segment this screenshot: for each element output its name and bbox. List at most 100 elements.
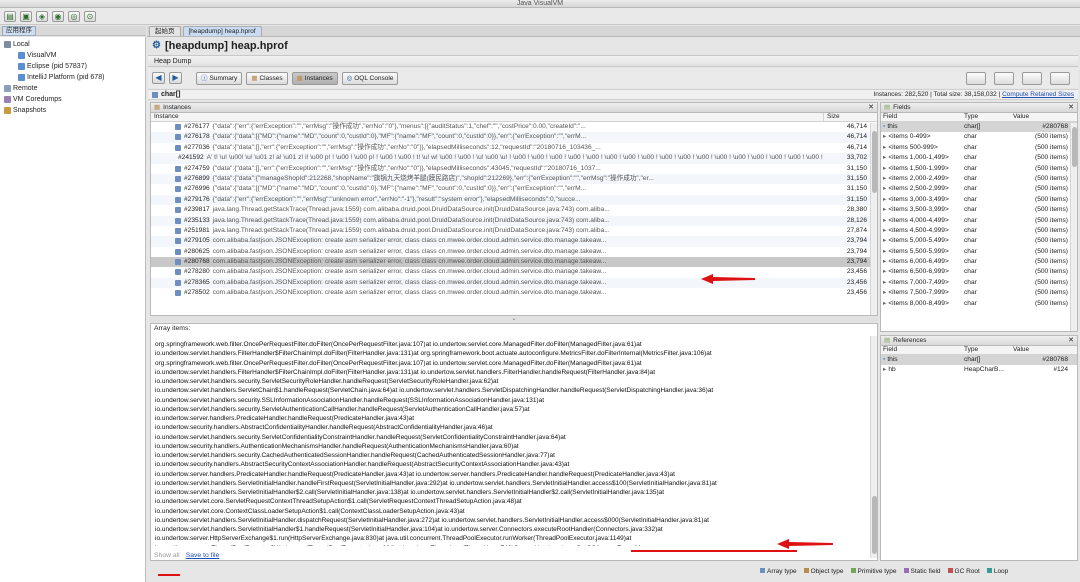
tree-item[interactable]: Remote — [0, 83, 145, 94]
table-row[interactable]: ▸ <items 3,000-3,499> char (500 items) — [881, 195, 1077, 205]
table-row[interactable]: ▸ <items 5,000-5,499> char (500 items) — [881, 236, 1077, 246]
table-row[interactable]: #276996 {"data":{"data":[{"MD":{"name":"M… — [151, 184, 877, 194]
legend-label: GC Root — [954, 567, 980, 575]
table-row[interactable]: #278280 com.alibaba.fastjson.JSONExceptio… — [151, 267, 877, 277]
tree-item[interactable]: Eclipse (pid 57837) — [0, 61, 145, 72]
heapdump-icon[interactable]: ◈ — [36, 10, 48, 22]
table-row[interactable]: #278365 com.alibaba.fastjson.JSONExceptio… — [151, 277, 877, 289]
field-column[interactable]: Field — [881, 346, 964, 354]
instances-button[interactable]: ▦ Instances — [291, 71, 338, 85]
array-type-icon — [175, 186, 181, 193]
scroll-thumb[interactable] — [872, 496, 877, 554]
table-row[interactable]: ▸ <items 5,500-5,999> char (500 items) — [881, 247, 1077, 257]
table-row[interactable]: ▸ <items 4,000-4,499> char (500 items) — [881, 216, 1077, 226]
field-column[interactable]: Field — [881, 113, 964, 121]
field-name: <items 8,000-8,499> — [888, 299, 949, 307]
fields-panel: ▤ Fields ✕ Field Type Value ▪ this char[] #… — [880, 102, 1078, 332]
table-row[interactable]: #279176 {"data":{"err":{"errException":""… — [151, 194, 877, 206]
tree-item[interactable]: Snapshots — [0, 105, 145, 116]
type-column[interactable]: Type — [964, 113, 1013, 121]
value-cell: (500 items) — [1035, 154, 1068, 162]
threaddump-icon[interactable]: ◉ — [52, 10, 64, 22]
tree-item[interactable]: VisualVM — [0, 50, 145, 61]
layout-refs-button[interactable] — [1050, 71, 1070, 85]
legend-label: Loop — [993, 567, 1009, 575]
table-row[interactable]: ▸ <items 8,000-8,499> char (500 items) — [881, 299, 1077, 309]
instance-cell: #241592 A' t! \u! \u00! \u! \u01 z! a! \u… — [151, 153, 823, 163]
instance-preview: java.lang.Thread.getStackTrace(Thread.ja… — [212, 226, 610, 234]
table-row[interactable]: ▸ <items 7,500-7,999> char (500 items) — [881, 288, 1077, 298]
save-icon[interactable]: ▣ — [20, 10, 32, 22]
field-name: <items 7,000-7,499> — [888, 278, 949, 286]
table-row[interactable]: ▸ <items 500-999> char (500 items) — [881, 143, 1077, 153]
table-row[interactable]: #276177 {"data":{"err":{"errException":""… — [151, 122, 877, 132]
table-row[interactable]: ▸ <items 6,000-6,499> char (500 items) — [881, 257, 1077, 267]
table-row[interactable]: #278502 com.alibaba.fastjson.JSONExceptio… — [151, 288, 877, 298]
table-row[interactable]: ▸ <items 2,500-2,999> char (500 items) — [881, 184, 1077, 194]
jmx-icon[interactable]: ⊙ — [84, 10, 96, 22]
table-row[interactable]: #280768 com.alibaba.fastjson.JSONExceptio… — [151, 257, 877, 268]
value-column[interactable]: Value — [1013, 346, 1070, 354]
table-row[interactable]: #274759 {"data":{"data":[],"err":{"errExc… — [151, 164, 877, 174]
summary-button[interactable]: ⓘ Summary — [196, 71, 243, 85]
open-icon[interactable]: ▤ — [4, 10, 16, 22]
table-row[interactable]: ▸ <items 3,500-3,999> char (500 items) — [881, 205, 1077, 215]
table-row[interactable]: #241592 A' t! \u! \u00! \u! \u01 z! a! \u… — [151, 153, 877, 164]
layout-split-button[interactable] — [994, 71, 1014, 85]
snapshot-icon[interactable]: ◎ — [68, 10, 80, 22]
classes-button[interactable]: ▦ Classes — [246, 71, 288, 85]
tree-item[interactable]: IntelliJ Platform (pid 678) — [0, 72, 145, 83]
doc-tab[interactable]: 起始页 — [149, 26, 181, 36]
value-cell: (500 items) — [1035, 299, 1068, 307]
tree-item[interactable]: Local — [0, 39, 145, 50]
back-icon[interactable]: ◀ — [152, 72, 165, 84]
expand-icon: ▸ — [883, 366, 887, 374]
layout-fields-button[interactable] — [1022, 71, 1042, 85]
scroll-thumb[interactable] — [872, 131, 877, 193]
instances-scrollbar[interactable] — [870, 123, 877, 315]
table-row[interactable]: #279105 com.alibaba.fastjson.JSONExceptio… — [151, 236, 877, 247]
table-row[interactable]: #276178 {"data":{"data":[{"MD":{"name":"M… — [151, 132, 877, 143]
oql-icon: ◎ — [346, 74, 353, 82]
table-row[interactable]: ▪ this char[] #280768 — [881, 355, 1077, 366]
compute-retained-link[interactable]: Compute Retained Sizes — [1002, 91, 1074, 98]
table-row[interactable]: ▸ <items 1,500-1,999> char (500 items) — [881, 164, 1077, 174]
fields-scrollbar[interactable] — [1070, 123, 1077, 331]
table-row[interactable]: ▸ <items 4,500-4,999> char (500 items) — [881, 226, 1077, 236]
expand-icon: ▸ — [883, 133, 887, 141]
table-row[interactable]: #235133 java.lang.Thread.getStackTrace(Th… — [151, 215, 877, 226]
table-row[interactable]: #276899 {"data":{"data":{"manageShopId":2… — [151, 173, 877, 185]
size-column[interactable]: Size — [823, 113, 867, 121]
applications-tab[interactable]: 应用程序 — [2, 25, 36, 36]
table-row[interactable]: #277036 {"data":{"data":[],"err":{"errExc… — [151, 143, 877, 153]
table-row[interactable]: ▸ <items 2,000-2,499> char (500 items) — [881, 174, 1077, 184]
table-row[interactable]: ▸ hb HeapCharB... #124 — [881, 365, 1077, 375]
oql-console-button[interactable]: ◎ OQL Console — [341, 71, 399, 85]
layout-single-button[interactable] — [966, 71, 986, 85]
instance-preview: {"data":{"data":[{"MD":{"name":"MD","cou… — [212, 185, 587, 193]
value-column[interactable]: Value — [1013, 113, 1070, 121]
table-row[interactable]: ▸ <items 7,000-7,499> char (500 items) — [881, 278, 1077, 288]
close-icon[interactable]: ✕ — [1068, 336, 1074, 345]
table-row[interactable]: ▸ <items 1,000-1,499> char (500 items) — [881, 153, 1077, 163]
instance-column[interactable]: Instance — [151, 113, 823, 121]
table-row[interactable]: #280625 com.alibaba.fastjson.JSONExceptio… — [151, 247, 877, 257]
table-row[interactable]: #251981 java.lang.Thread.getStackTrace(Th… — [151, 226, 877, 236]
table-row[interactable]: #239817 java.lang.Thread.getStackTrace(Th… — [151, 205, 877, 215]
table-row[interactable]: ▸ <items 0-499> char (500 items) — [881, 132, 1077, 142]
close-icon[interactable]: ✕ — [868, 103, 874, 112]
splitter-handle[interactable]: ⌄ — [150, 316, 878, 322]
scroll-thumb[interactable] — [1072, 127, 1077, 167]
doc-tab[interactable]: [heapdump] heap.hprof — [182, 26, 262, 36]
table-row[interactable]: ▸ <items 6,500-6,999> char (500 items) — [881, 267, 1077, 277]
document-tabs: 起始页 [heapdump] heap.hprof — [147, 26, 1080, 37]
forward-icon[interactable]: ▶ — [169, 72, 182, 84]
instance-cell: #235133 java.lang.Thread.getStackTrace(Th… — [151, 216, 823, 226]
field-name: <items 2,500-2,999> — [888, 185, 949, 193]
tree-item[interactable]: VM Coredumps — [0, 94, 145, 105]
type-column[interactable]: Type — [964, 346, 1013, 354]
table-row[interactable]: ▪ this char[] #280768 — [881, 122, 1077, 133]
array-scrollbar[interactable] — [870, 336, 877, 558]
close-icon[interactable]: ✕ — [1068, 103, 1074, 112]
save-to-file-link[interactable]: Save to file — [186, 552, 220, 559]
